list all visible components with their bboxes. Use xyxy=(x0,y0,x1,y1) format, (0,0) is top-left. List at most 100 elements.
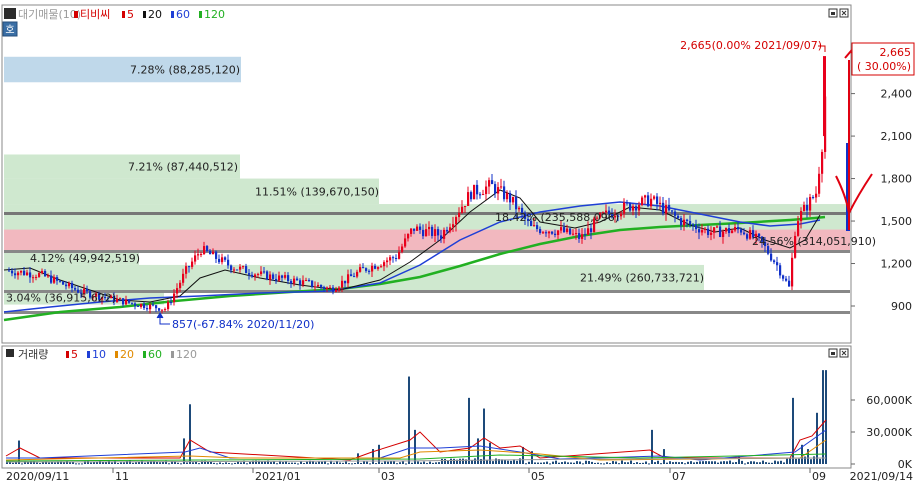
volume-bar xyxy=(699,461,701,464)
price-tick-label: 2,100 xyxy=(881,130,913,143)
candle-body xyxy=(734,227,737,231)
candle-body xyxy=(401,246,404,252)
volume-bar xyxy=(594,462,596,464)
volume-bar xyxy=(186,462,188,464)
volume-bar xyxy=(342,462,344,464)
volume-bar xyxy=(300,461,302,464)
candle-body xyxy=(680,218,683,226)
volume-panel-icon[interactable] xyxy=(6,349,14,357)
candle-body xyxy=(224,257,227,260)
candle-body xyxy=(383,262,386,267)
volume-panel-frame xyxy=(1,345,852,469)
candle-body xyxy=(191,261,194,267)
volume-bar xyxy=(813,456,815,464)
candle-body xyxy=(440,235,443,239)
volume-bar xyxy=(579,461,581,464)
volume-bar xyxy=(756,462,758,464)
candle-body xyxy=(278,275,281,281)
candle-body xyxy=(167,302,170,310)
volume-bar xyxy=(645,461,647,464)
volume-bar xyxy=(807,449,809,464)
volume-bar xyxy=(366,461,368,464)
candle-body xyxy=(350,274,353,277)
ma-legend-label-20: 20 xyxy=(148,8,162,21)
volume-bar xyxy=(408,376,410,464)
candle-body xyxy=(587,228,590,235)
candle-body xyxy=(362,267,365,269)
candle-body xyxy=(659,202,662,204)
candle-body xyxy=(509,193,512,203)
low-annotation: 857(-67.84% 2020/11/20) xyxy=(172,318,314,331)
volume-bar xyxy=(534,462,536,464)
candle-body xyxy=(137,305,140,307)
candle-body xyxy=(431,226,434,236)
volume-bar xyxy=(789,457,791,464)
volume-bar xyxy=(249,462,251,464)
candle-body xyxy=(359,267,362,272)
volume-bar xyxy=(603,463,605,465)
candle-body xyxy=(128,299,131,303)
candle-body xyxy=(38,273,41,277)
candle-body xyxy=(353,276,356,278)
volume-bar xyxy=(81,463,83,465)
volume-bar xyxy=(687,461,689,464)
candle-body xyxy=(170,302,173,304)
volume-bar xyxy=(453,458,455,464)
volume-bar xyxy=(54,462,56,464)
candle-body xyxy=(149,304,152,310)
candle-body xyxy=(320,284,323,287)
candle-body xyxy=(161,309,164,311)
volume-bar xyxy=(540,462,542,464)
volume-bar xyxy=(636,462,638,464)
volume-bar xyxy=(702,461,704,464)
candle-body xyxy=(662,202,665,214)
candle-body xyxy=(686,219,689,222)
candle-body xyxy=(365,268,368,271)
volume-bar xyxy=(297,463,299,465)
overhang-band-3 xyxy=(4,204,850,230)
candle-body xyxy=(812,197,815,199)
volume-bar xyxy=(315,462,317,464)
candle-body xyxy=(248,273,251,275)
candle-body xyxy=(572,233,575,235)
volume-bar xyxy=(411,462,413,464)
volume-bar xyxy=(570,462,572,464)
overhang-band-label-0: 7.28% (88,285,120) xyxy=(130,64,240,77)
volume-bar xyxy=(336,461,338,464)
volume-bar xyxy=(144,462,146,464)
volume-bar xyxy=(507,460,509,464)
candle-body xyxy=(563,227,566,232)
candle-body xyxy=(704,228,707,231)
chart-mode-icon[interactable] xyxy=(4,8,16,19)
current-change: ( 30.00%) xyxy=(857,60,911,73)
candle-body xyxy=(116,298,119,302)
candle-body xyxy=(449,227,452,232)
volume-bar xyxy=(327,463,329,465)
candle-body xyxy=(377,267,380,269)
candle-body xyxy=(203,246,206,254)
candle-body xyxy=(446,229,449,232)
candle-body xyxy=(140,303,143,307)
candle-body xyxy=(443,229,446,239)
candle-body xyxy=(44,270,47,277)
candle-body xyxy=(455,217,458,225)
candle-body xyxy=(818,173,821,194)
volume-bar xyxy=(615,461,617,464)
overhang-band-label-2: 11.51% (139,670,150) xyxy=(255,185,379,198)
stock-chart-window: 7.28% (88,285,120) 7.21% (87,440,512) 11.5… xyxy=(0,0,917,483)
candle-body xyxy=(737,227,740,230)
candle-body xyxy=(20,270,23,273)
volume-bar xyxy=(678,462,680,464)
price-tick-label: 2,400 xyxy=(881,88,913,101)
candle-body xyxy=(155,305,158,309)
candle-body xyxy=(551,231,554,234)
volume-bar xyxy=(774,460,776,464)
candle-body xyxy=(386,260,389,263)
candle-body xyxy=(494,184,497,194)
candle-body xyxy=(284,275,287,278)
candle-body xyxy=(281,275,284,278)
price-tick-label: 900 xyxy=(891,300,912,313)
price-tick-label: 1,800 xyxy=(881,173,913,186)
candle-body xyxy=(236,269,239,271)
volume-bar xyxy=(270,462,272,464)
